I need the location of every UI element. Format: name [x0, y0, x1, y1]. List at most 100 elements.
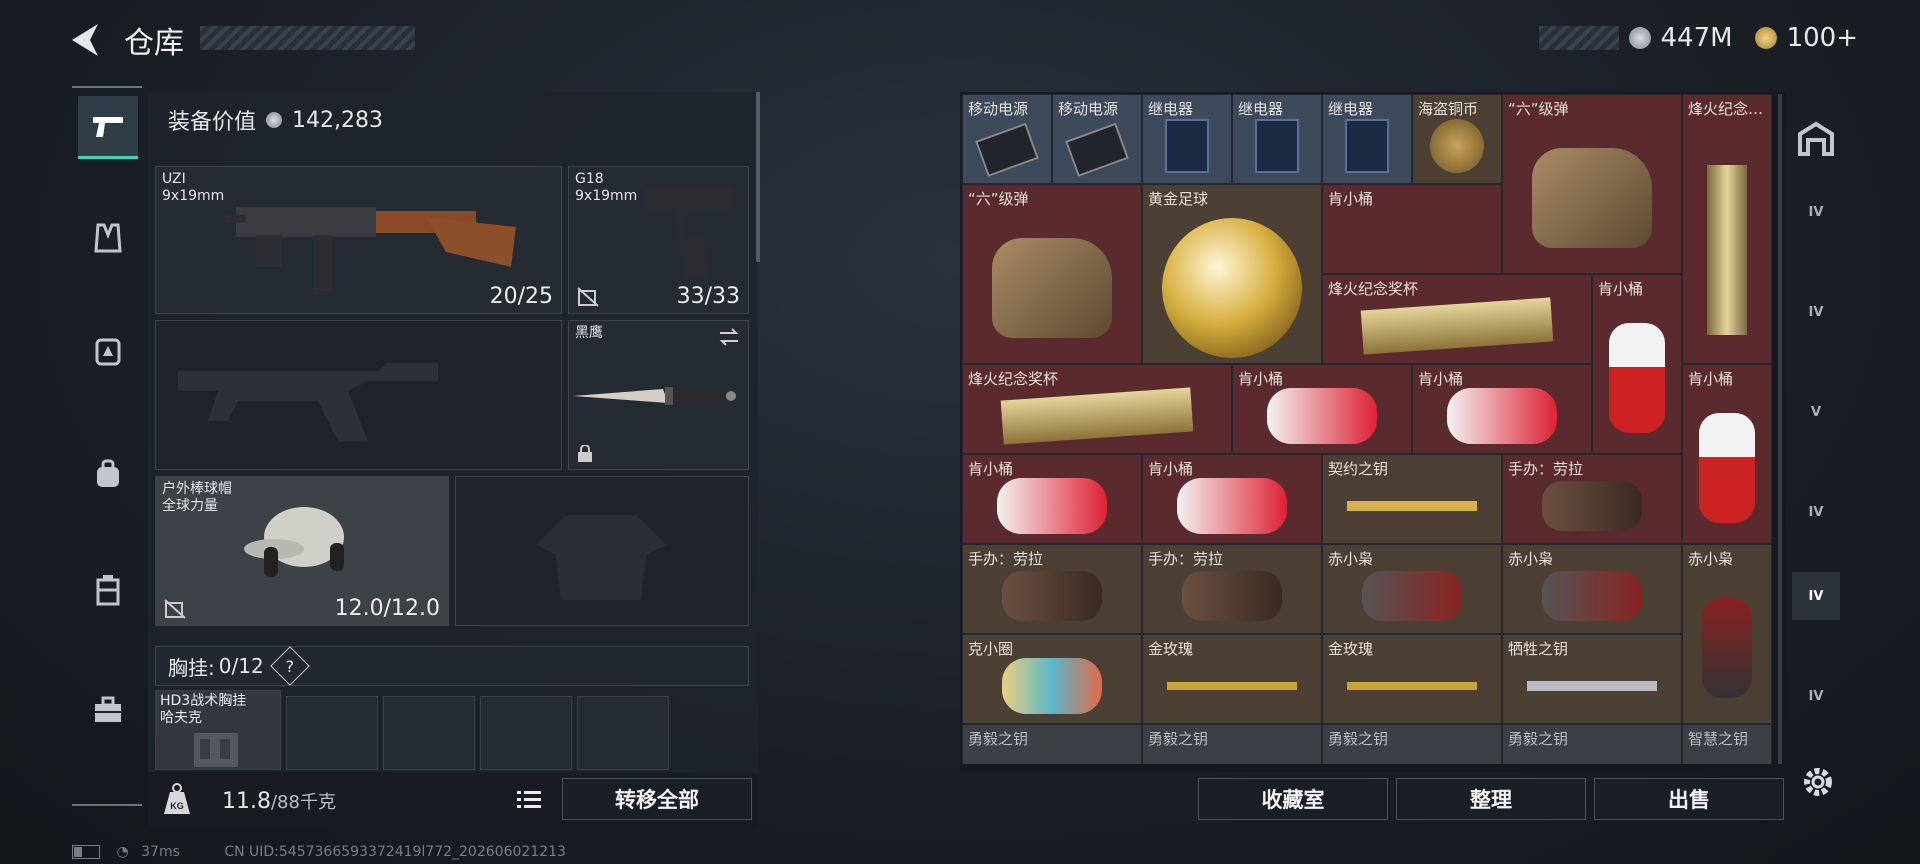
organize-button[interactable]: 整理	[1396, 778, 1586, 820]
tab-backpack[interactable]	[78, 320, 138, 380]
currency-a-value: 447M	[1660, 23, 1733, 53]
bag-icon	[97, 459, 119, 487]
weight-readout: 11.8/88千克	[222, 788, 336, 814]
grid-item[interactable]: 勇毅之钥	[1142, 724, 1322, 764]
tab-storage-expansion-1[interactable]: IV	[1792, 188, 1840, 236]
kfc-figure-image	[997, 478, 1107, 535]
list-view-button[interactable]	[512, 782, 546, 816]
tab-storage-expansion-4[interactable]: IV	[1792, 488, 1840, 536]
chest-rig-image	[194, 733, 238, 767]
coin-image	[1430, 119, 1484, 174]
grid-item[interactable]: 烽火纪念…	[1682, 94, 1772, 364]
chest-rig-slot[interactable]	[577, 696, 669, 770]
transfer-all-button[interactable]: 转移全部	[562, 778, 752, 820]
grid-item[interactable]: 肯小桶	[1142, 454, 1322, 544]
tab-weapons[interactable]	[78, 96, 138, 159]
grid-item[interactable]: 肯小桶	[1412, 364, 1592, 454]
tab-case[interactable]	[78, 560, 138, 620]
grid-item[interactable]: 手办：劳拉	[1142, 544, 1322, 634]
loadout-scrollbar[interactable]	[756, 92, 760, 262]
slot-name: 户外棒球帽 全球力量	[162, 481, 232, 514]
helmet-slot[interactable]: 户外棒球帽 全球力量 12.0/12.0	[155, 476, 449, 626]
grid-item[interactable]: 继电器	[1232, 94, 1322, 184]
currency-decoration	[1538, 26, 1619, 50]
primary-weapon-slot-2[interactable]	[155, 320, 562, 470]
tab-bag[interactable]	[78, 444, 138, 504]
grid-item[interactable]: 赤小枭	[1682, 544, 1772, 724]
uid-text: CN UID:5457366593372419l772_202606021213	[224, 844, 566, 860]
grid-item[interactable]: 肯小桶	[1232, 364, 1412, 454]
tabs-bottom-divider	[72, 804, 142, 806]
grid-item[interactable]: 肯小桶	[1682, 364, 1772, 544]
battery-icon	[72, 845, 100, 859]
tab-storage-expansion-6[interactable]: IV	[1792, 672, 1840, 720]
grid-item[interactable]: 肯小桶	[1322, 184, 1502, 274]
grid-item[interactable]: 烽火纪念奖杯	[962, 364, 1232, 454]
expansion-tab-label: IV	[1808, 504, 1824, 520]
swap-icon[interactable]	[718, 327, 740, 347]
bullet-hand-image	[1532, 148, 1652, 249]
grid-item[interactable]: 牺牲之钥	[1502, 634, 1682, 724]
expansion-tab-label: IV	[1808, 588, 1824, 604]
grid-item[interactable]: 海盗铜币	[1412, 94, 1502, 184]
grid-item[interactable]: 智慧之钥	[1682, 724, 1772, 764]
grid-item[interactable]: 手办：劳拉	[1502, 454, 1682, 544]
secondary-weapon-slot[interactable]: G18 9x19mm 33/33	[568, 166, 749, 314]
help-icon[interactable]: ?	[269, 646, 310, 686]
vest-icon	[94, 223, 122, 253]
gear-icon[interactable]	[1800, 764, 1836, 800]
tab-storage-main[interactable]	[1792, 114, 1840, 162]
weight-max: /88千克	[270, 792, 336, 813]
grid-item[interactable]: 赤小枭	[1502, 544, 1682, 634]
grid-item[interactable]: 移动电源	[962, 94, 1052, 184]
currency-b-value[interactable]: 100+	[1787, 23, 1858, 53]
grid-item[interactable]: 肯小桶	[962, 454, 1142, 544]
tab-storage-expansion-3[interactable]: V	[1792, 388, 1840, 436]
tab-storage-expansion-2[interactable]: IV	[1792, 288, 1840, 336]
chest-rig-slot[interactable]	[383, 696, 475, 770]
grid-item[interactable]: 克小圈	[962, 634, 1142, 724]
grid-item[interactable]: 勇毅之钥	[962, 724, 1142, 764]
kfc-figure-image	[1177, 478, 1287, 535]
relay-image	[1345, 119, 1389, 174]
tab-storage-expansion-5[interactable]: IV	[1792, 572, 1840, 620]
grid-item[interactable]: 手办：劳拉	[962, 544, 1142, 634]
grid-item[interactable]: 赤小枭	[1322, 544, 1502, 634]
grid-item[interactable]: “六”级弹	[1502, 94, 1682, 274]
grid-item[interactable]: 契约之钥	[1322, 454, 1502, 544]
storage-scrollbar[interactable]	[1778, 94, 1782, 764]
grid-item[interactable]: 继电器	[1142, 94, 1232, 184]
expansion-tab-label: IV	[1808, 688, 1824, 704]
back-arrow-icon[interactable]	[68, 20, 104, 60]
sell-button[interactable]: 出售	[1594, 778, 1784, 820]
pistol-weapon-image	[644, 189, 734, 279]
primary-weapon-slot[interactable]: UZI 9x19mm 20/25	[155, 166, 562, 314]
armor-slot[interactable]	[455, 476, 749, 626]
melee-slot[interactable]: 黑鹰	[568, 320, 749, 470]
grid-item[interactable]: 移动电源	[1052, 94, 1142, 184]
weight-current: 11.8	[222, 789, 271, 814]
grid-item[interactable]: “六”级弹	[962, 184, 1142, 364]
expansion-tab-label: IV	[1808, 204, 1824, 220]
chest-rig-slot[interactable]	[480, 696, 572, 770]
tab-toolbox[interactable]	[78, 680, 138, 740]
grid-item[interactable]: 肯小桶	[1592, 274, 1682, 454]
tab-armor[interactable]	[78, 208, 138, 268]
chest-rig-item[interactable]: HD3战术胸挂 哈夫克	[155, 690, 281, 770]
key-image	[1347, 501, 1477, 512]
chest-rig-slot[interactable]	[286, 696, 378, 770]
grid-item[interactable]: 勇毅之钥	[1502, 724, 1682, 764]
owl-figure-image	[1542, 571, 1642, 622]
case-icon	[96, 575, 120, 606]
trophy-image	[1707, 165, 1747, 336]
grid-item[interactable]: 继电器	[1322, 94, 1412, 184]
grid-item[interactable]: 金玫瑰	[1142, 634, 1322, 724]
equipment-value-label: 装备价值	[168, 110, 257, 135]
grid-item[interactable]: 金玫瑰	[1322, 634, 1502, 724]
grid-item[interactable]: 烽火纪念奖杯	[1322, 274, 1592, 364]
kfc-figure-image	[1447, 388, 1557, 445]
ping-value: 37ms	[141, 844, 180, 860]
grid-item[interactable]: 黄金足球	[1142, 184, 1322, 364]
collection-room-button[interactable]: 收藏室	[1198, 778, 1388, 820]
grid-item[interactable]: 勇毅之钥	[1322, 724, 1502, 764]
